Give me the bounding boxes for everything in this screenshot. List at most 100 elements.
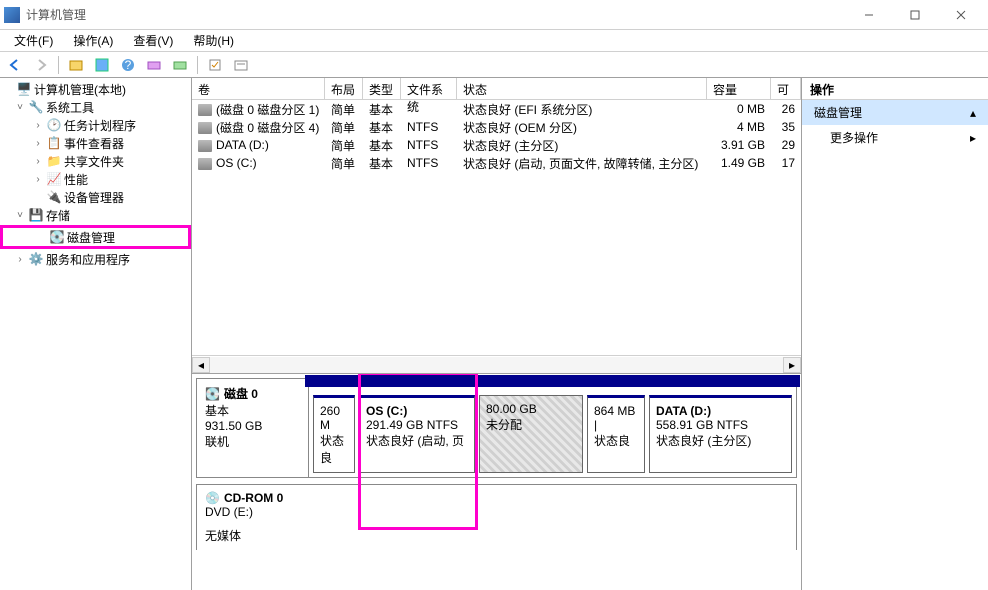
partition-header-bar (305, 375, 800, 387)
cdrom-icon: 💿 (205, 491, 220, 505)
volume-row[interactable]: (磁盘 0 磁盘分区 4) 简单 基本 NTFS 状态良好 (OEM 分区) 4… (192, 118, 801, 136)
maximize-button[interactable] (892, 0, 938, 30)
disk-0-row[interactable]: 💽磁盘 0 基本 931.50 GB 联机 260 M 状态良 OS (C:) … (196, 378, 797, 478)
tree-shared-folders[interactable]: ›📁共享文件夹 (0, 152, 191, 170)
tree-event-viewer[interactable]: ›📋事件查看器 (0, 134, 191, 152)
tree-services[interactable]: ›⚙️服务和应用程序 (0, 250, 191, 268)
disk-graphical-view: 💽磁盘 0 基本 931.50 GB 联机 260 M 状态良 OS (C:) … (192, 374, 801, 590)
tree-disk-management[interactable]: 💽磁盘管理 (3, 228, 188, 246)
vol-capacity: 3.91 GB (707, 137, 771, 153)
volume-list: 卷 布局 类型 文件系统 状态 容量 可 (磁盘 0 磁盘分区 1) 简单 基本… (192, 78, 801, 374)
help-icon[interactable]: ? (117, 54, 139, 76)
vol-type: 基本 (363, 154, 401, 173)
folder-icon: 📁 (46, 153, 62, 169)
partition-data-d[interactable]: DATA (D:) 558.91 GB NTFS 状态良好 (主分区) (649, 395, 792, 473)
tree-pane: 🖥️计算机管理(本地) ˅🔧系统工具 ›🕑任务计划程序 ›📋事件查看器 ›📁共享… (0, 78, 192, 590)
tb-icon-2[interactable] (91, 54, 113, 76)
forward-button[interactable] (30, 54, 52, 76)
tree-label: 共享文件夹 (64, 153, 124, 170)
vol-type: 基本 (363, 136, 401, 155)
vol-layout: 简单 (325, 100, 363, 119)
tree-label: 性能 (64, 171, 88, 188)
vol-layout: 简单 (325, 154, 363, 173)
vol-avail: 35 (771, 119, 801, 135)
horizontal-scrollbar[interactable]: ◂ ▸ (192, 355, 801, 373)
partition-oem[interactable]: 864 MB | 状态良 (587, 395, 645, 473)
volume-row[interactable]: OS (C:) 简单 基本 NTFS 状态良好 (启动, 页面文件, 故障转储,… (192, 154, 801, 172)
tb-icon-1[interactable] (65, 54, 87, 76)
storage-icon: 💾 (28, 207, 44, 223)
col-available[interactable]: 可 (771, 78, 801, 99)
vol-status: 状态良好 (OEM 分区) (457, 118, 707, 137)
part-size: 291.49 GB NTFS (366, 418, 468, 432)
tree-label: 服务和应用程序 (46, 251, 130, 268)
tb-icon-4[interactable] (169, 54, 191, 76)
volume-row[interactable]: (磁盘 0 磁盘分区 1) 简单 基本 状态良好 (EFI 系统分区) 0 MB… (192, 100, 801, 118)
part-name: OS (C:) (366, 404, 468, 418)
menu-file[interactable]: 文件(F) (4, 30, 63, 51)
scroll-left-icon[interactable]: ◂ (192, 357, 210, 373)
partition-efi[interactable]: 260 M 状态良 (313, 395, 355, 473)
chevron-up-icon: ▴ (970, 106, 976, 120)
tb-icon-5[interactable] (204, 54, 226, 76)
close-button[interactable] (938, 0, 984, 30)
window-title: 计算机管理 (26, 6, 846, 23)
col-status[interactable]: 状态 (457, 78, 707, 99)
toolbar-separator (58, 56, 59, 74)
partition-unallocated[interactable]: 80.00 GB 未分配 (479, 395, 583, 473)
scroll-right-icon[interactable]: ▸ (783, 357, 801, 373)
menu-view[interactable]: 查看(V) (123, 30, 183, 51)
part-size: 80.00 GB (486, 402, 576, 416)
tree-device-manager[interactable]: 🔌设备管理器 (0, 188, 191, 206)
tb-icon-6[interactable] (230, 54, 252, 76)
event-icon: 📋 (46, 135, 62, 151)
col-type[interactable]: 类型 (363, 78, 401, 99)
toolbar-separator (197, 56, 198, 74)
part-size: 260 M (320, 404, 348, 432)
tree-system-tools[interactable]: ˅🔧系统工具 (0, 98, 191, 116)
minimize-button[interactable] (846, 0, 892, 30)
part-status: 状态良好 (主分区) (656, 432, 785, 449)
menu-bar: 文件(F) 操作(A) 查看(V) 帮助(H) (0, 30, 988, 52)
col-capacity[interactable]: 容量 (707, 78, 771, 99)
disk-0-label: 💽磁盘 0 基本 931.50 GB 联机 (197, 379, 309, 477)
tb-icon-3[interactable] (143, 54, 165, 76)
vol-capacity: 4 MB (707, 119, 771, 135)
vol-name: (磁盘 0 磁盘分区 4) (216, 121, 319, 135)
services-icon: ⚙️ (28, 251, 44, 267)
title-bar: 计算机管理 (0, 0, 988, 30)
app-icon (4, 7, 20, 23)
col-layout[interactable]: 布局 (325, 78, 363, 99)
vol-fs: NTFS (401, 119, 457, 135)
col-volume[interactable]: 卷 (192, 78, 325, 99)
tree-performance[interactable]: ›📈性能 (0, 170, 191, 188)
vol-status: 状态良好 (EFI 系统分区) (457, 100, 707, 119)
part-size: 864 MB | (594, 404, 638, 432)
drive-icon (198, 140, 212, 152)
col-filesystem[interactable]: 文件系统 (401, 78, 457, 99)
cdrom-drive: DVD (E:) (205, 505, 788, 519)
vol-capacity: 0 MB (707, 101, 771, 117)
partition-os-c[interactable]: OS (C:) 291.49 GB NTFS 状态良好 (启动, 页 (359, 395, 475, 473)
actions-label: 磁盘管理 (814, 104, 862, 121)
vol-type: 基本 (363, 118, 401, 137)
volume-row[interactable]: DATA (D:) 简单 基本 NTFS 状态良好 (主分区) 3.91 GB … (192, 136, 801, 154)
scroll-track[interactable] (210, 357, 783, 373)
cdrom-name: CD-ROM 0 (224, 491, 283, 505)
tree-label: 任务计划程序 (64, 117, 136, 134)
menu-help[interactable]: 帮助(H) (183, 30, 244, 51)
vol-fs: NTFS (401, 137, 457, 153)
tree-storage[interactable]: ˅💾存储 (0, 206, 191, 224)
tree-task-scheduler[interactable]: ›🕑任务计划程序 (0, 116, 191, 134)
back-button[interactable] (4, 54, 26, 76)
tree-root[interactable]: 🖥️计算机管理(本地) (0, 80, 191, 98)
disk-icon: 💽 (49, 229, 65, 245)
part-size: 558.91 GB NTFS (656, 418, 785, 432)
cdrom-row[interactable]: 💿CD-ROM 0 DVD (E:) 无媒体 (196, 484, 797, 550)
menu-action[interactable]: 操作(A) (63, 30, 123, 51)
drive-icon (198, 122, 212, 134)
clock-icon: 🕑 (46, 117, 62, 133)
actions-diskmgmt[interactable]: 磁盘管理 ▴ (802, 100, 988, 125)
part-name: DATA (D:) (656, 404, 785, 418)
actions-more[interactable]: 更多操作 ▸ (802, 125, 988, 150)
